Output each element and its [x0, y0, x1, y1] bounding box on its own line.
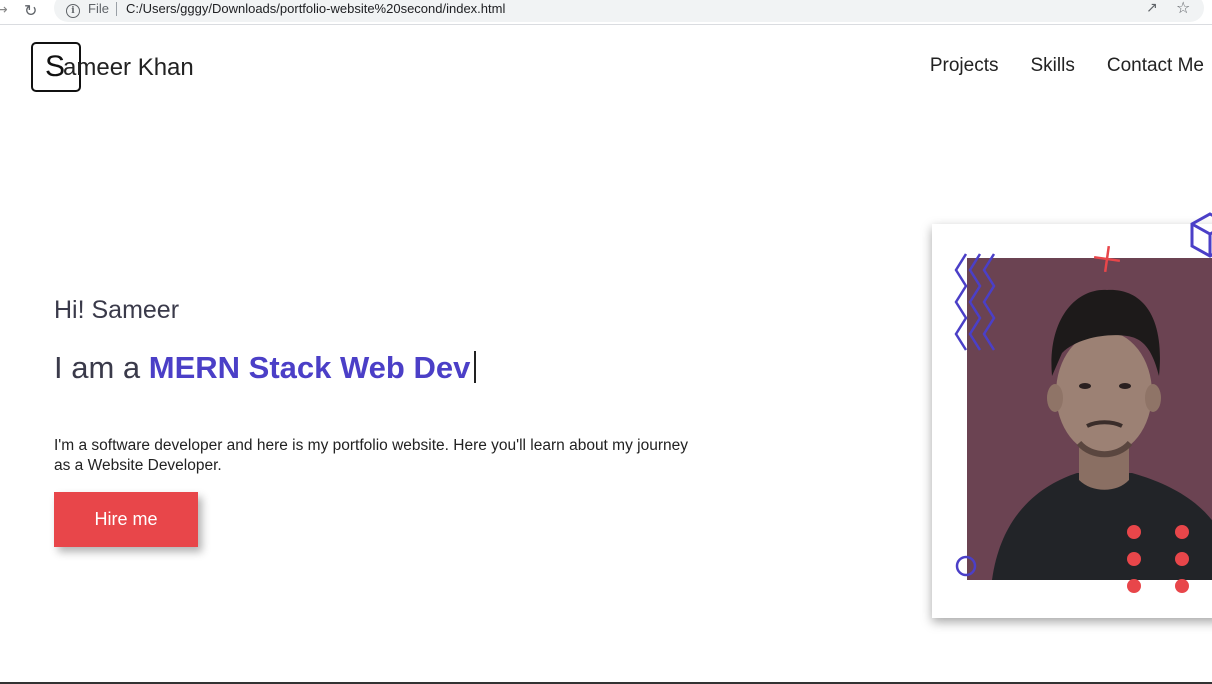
- headline-prefix: I am a: [54, 350, 149, 385]
- address-bar[interactable]: i File C:/Users/gggy/Downloads/portfolio…: [54, 0, 1204, 22]
- reload-icon[interactable]: ↻: [24, 1, 37, 20]
- zigzag-decoration-icon: [954, 253, 996, 351]
- logo-initial: S: [45, 50, 66, 83]
- url-text[interactable]: C:/Users/gggy/Downloads/portfolio-websit…: [126, 1, 505, 16]
- nav-contact-me[interactable]: Contact Me: [1107, 55, 1204, 77]
- main-nav: Projects Skills Contact Me: [930, 55, 1204, 77]
- plus-decoration-icon: [1093, 245, 1121, 273]
- dots-decoration-icon: [1127, 525, 1189, 593]
- nav-skills[interactable]: Skills: [1031, 55, 1075, 77]
- address-separator: [116, 2, 117, 16]
- hire-me-button[interactable]: Hire me: [54, 492, 198, 547]
- hero-greeting: Hi! Sameer: [54, 296, 180, 324]
- logo-name: ameer Khan: [63, 54, 194, 81]
- nav-projects[interactable]: Projects: [930, 55, 999, 77]
- info-icon[interactable]: i: [66, 4, 80, 18]
- typing-caret: [474, 351, 477, 383]
- share-icon[interactable]: ↗: [1146, 0, 1158, 16]
- circle-decoration-icon: [955, 555, 977, 577]
- profile-card: [932, 212, 1212, 618]
- hero-description: I'm a software developer and here is my …: [54, 436, 688, 474]
- headline-role: MERN Stack Web Dev: [148, 350, 471, 385]
- hero-headline: I am a MERN Stack Web Dev: [54, 350, 477, 386]
- back-arrow-icon[interactable]: →: [0, 2, 8, 18]
- file-label: File: [88, 1, 109, 16]
- bookmark-star-icon[interactable]: ☆: [1176, 0, 1190, 17]
- cube-decoration-icon: [1190, 212, 1212, 258]
- browser-toolbar: → ↻ i File C:/Users/gggy/Downloads/portf…: [0, 0, 1212, 25]
